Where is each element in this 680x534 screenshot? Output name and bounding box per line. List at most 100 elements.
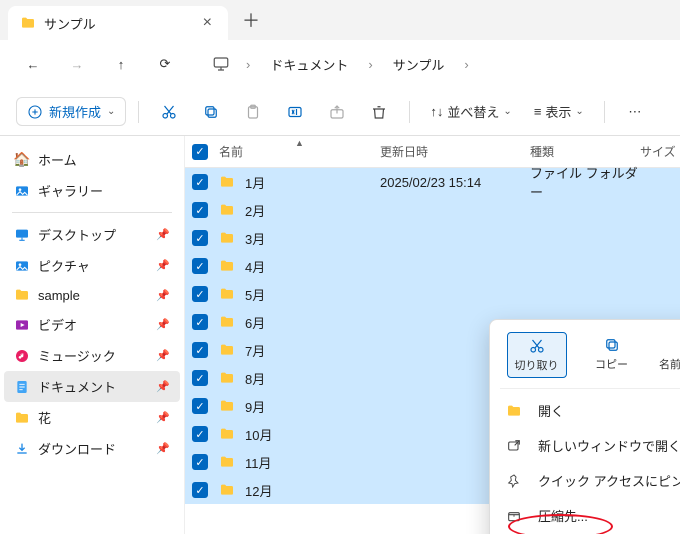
sort-icon: ↑↓: [430, 104, 443, 119]
ctx-cut-button[interactable]: 切り取り: [507, 332, 567, 378]
row-checkbox[interactable]: ✓: [185, 426, 215, 442]
file-name-cell: 3月: [215, 229, 380, 248]
pin-icon: 📌: [156, 318, 170, 331]
file-row[interactable]: ✓1月2025/02/23 15:14ファイル フォルダー: [185, 168, 680, 196]
rename-button[interactable]: [277, 94, 313, 130]
ctx-new-window[interactable]: 新しいウィンドウで開く: [490, 428, 680, 463]
chevron-down-icon: ⌄: [503, 106, 511, 117]
scissors-icon: [528, 337, 546, 355]
delete-button[interactable]: [361, 94, 397, 130]
row-checkbox[interactable]: ✓: [185, 202, 215, 218]
forward-button[interactable]: →: [60, 47, 94, 81]
pin-icon: [506, 473, 524, 489]
sidebar-item-label: ホーム: [38, 150, 77, 169]
crumb-separator: ›: [240, 57, 256, 72]
header-checkbox[interactable]: ✓: [185, 144, 215, 160]
sidebar-item[interactable]: ダウンロード📌: [4, 433, 180, 464]
file-name: 10月: [245, 425, 272, 444]
folder-icon: [14, 410, 30, 426]
ctx-pin-quick-access[interactable]: クイック アクセスにピン留めする: [490, 463, 680, 498]
divider: [604, 101, 605, 123]
file-name: 2月: [245, 201, 265, 220]
breadcrumb-item[interactable]: サンプル: [389, 55, 449, 74]
copy-icon: [603, 336, 621, 354]
more-button[interactable]: ⋯: [617, 94, 653, 130]
row-checkbox[interactable]: ✓: [185, 230, 215, 246]
file-name: 7月: [245, 341, 265, 360]
sort-button[interactable]: ↑↓ 並べ替え ⌄: [422, 98, 519, 125]
toolbar: 新規作成 ⌄ ↑↓ 並べ替え ⌄ ≡ 表示 ⌄ ⋯: [0, 88, 680, 136]
add-tab-button[interactable]: ＋: [228, 7, 274, 33]
file-row[interactable]: ✓3月: [185, 224, 680, 252]
row-checkbox[interactable]: ✓: [185, 286, 215, 302]
sidebar-home[interactable]: 🏠 ホーム: [4, 144, 180, 175]
file-row[interactable]: ✓4月: [185, 252, 680, 280]
row-checkbox[interactable]: ✓: [185, 258, 215, 274]
ctx-rename-button[interactable]: 名前の変更: [657, 332, 680, 378]
sidebar-gallery[interactable]: ギャラリー: [4, 175, 180, 206]
row-checkbox[interactable]: ✓: [185, 174, 215, 190]
breadcrumb-item[interactable]: ドキュメント: [266, 55, 352, 74]
folder-icon: [219, 258, 235, 274]
sidebar-item-label: sample: [38, 288, 80, 303]
back-button[interactable]: ←: [16, 47, 50, 81]
folder-icon: [219, 370, 235, 386]
main-area: 🏠 ホーム ギャラリー デスクトップ📌ピクチャ📌sample📌ビデオ📌ミュージッ…: [0, 136, 680, 534]
sidebar-separator: [12, 212, 172, 213]
paste-button[interactable]: [235, 94, 271, 130]
folder-icon: [219, 482, 235, 498]
video-icon: [14, 317, 30, 333]
context-menu: 切り取り コピー 名前の変更: [489, 319, 680, 534]
folder-icon: [219, 174, 235, 190]
sidebar: 🏠 ホーム ギャラリー デスクトップ📌ピクチャ📌sample📌ビデオ📌ミュージッ…: [0, 136, 185, 534]
divider: [138, 101, 139, 123]
sidebar-item-label: ギャラリー: [38, 181, 103, 200]
up-button[interactable]: ↑: [104, 47, 138, 81]
ctx-open[interactable]: 開く Enter: [490, 393, 680, 428]
sidebar-item[interactable]: ピクチャ📌: [4, 250, 180, 281]
view-button[interactable]: ≡ 表示 ⌄: [526, 98, 592, 125]
sidebar-item-label: 花: [38, 408, 51, 427]
row-checkbox[interactable]: ✓: [185, 482, 215, 498]
divider: [409, 101, 410, 123]
folder-icon: [506, 403, 524, 419]
column-type[interactable]: 種類: [530, 143, 640, 160]
file-row[interactable]: ✓5月: [185, 280, 680, 308]
copy-button[interactable]: [193, 94, 229, 130]
file-name-cell: 5月: [215, 285, 380, 304]
file-name: 12月: [245, 481, 272, 500]
folder-icon: [219, 454, 235, 470]
file-name-cell: 1月: [215, 173, 380, 192]
folder-icon: [219, 202, 235, 218]
cut-button[interactable]: [151, 94, 187, 130]
sidebar-item[interactable]: デスクトップ📌: [4, 219, 180, 250]
pin-icon: 📌: [156, 259, 170, 272]
sidebar-item[interactable]: sample 📌: [4, 281, 180, 309]
sidebar-item[interactable]: ミュージック📌: [4, 340, 180, 371]
row-checkbox[interactable]: ✓: [185, 454, 215, 470]
new-label: 新規作成: [49, 102, 101, 121]
archive-icon: [506, 508, 524, 524]
row-checkbox[interactable]: ✓: [185, 342, 215, 358]
chevron-down-icon: ⌄: [107, 106, 115, 117]
new-button[interactable]: 新規作成 ⌄: [16, 97, 126, 126]
row-checkbox[interactable]: ✓: [185, 314, 215, 330]
row-checkbox[interactable]: ✓: [185, 398, 215, 414]
refresh-button[interactable]: ⟳: [148, 47, 182, 81]
column-size[interactable]: サイズ: [640, 143, 680, 160]
folder-icon: [219, 314, 235, 330]
file-name-cell: 12月: [215, 481, 380, 500]
row-checkbox[interactable]: ✓: [185, 370, 215, 386]
column-date[interactable]: 更新日時: [380, 143, 530, 160]
close-tab-button[interactable]: ×: [199, 14, 216, 32]
sidebar-item[interactable]: ドキュメント📌: [4, 371, 180, 402]
ctx-compress[interactable]: 圧縮先... ›: [490, 498, 680, 533]
ctx-copy-button[interactable]: コピー: [582, 332, 642, 378]
window-tab[interactable]: サンプル ×: [8, 6, 228, 40]
sidebar-item[interactable]: ビデオ📌: [4, 309, 180, 340]
folder-icon: [219, 286, 235, 302]
sidebar-item[interactable]: 花📌: [4, 402, 180, 433]
share-button[interactable]: [319, 94, 355, 130]
pin-icon: 📌: [156, 289, 170, 302]
desktop-icon: [14, 227, 30, 243]
